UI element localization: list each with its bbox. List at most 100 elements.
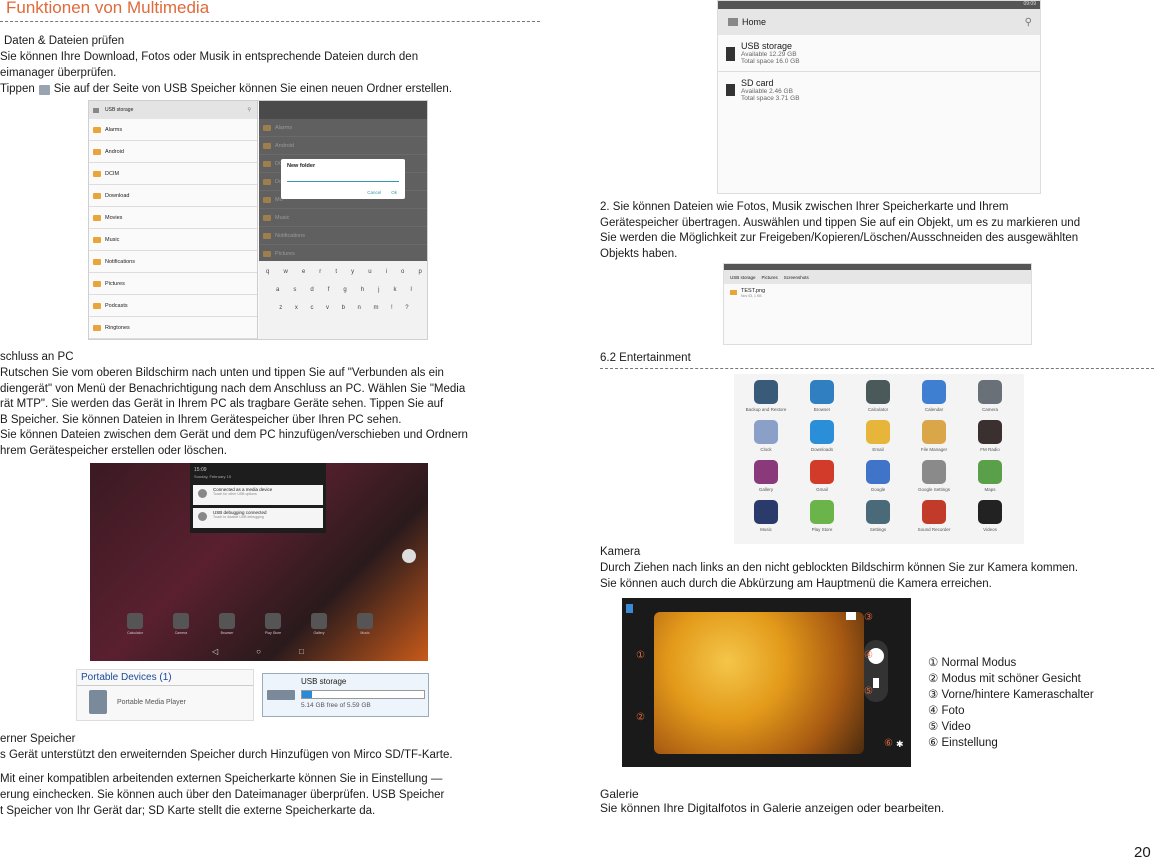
para2-line: 2. Sie können Dateien wie Fotos, Musik z… [600, 201, 1009, 213]
device-name[interactable]: Portable Media Player [117, 699, 186, 706]
folder-row[interactable]: Podcasts [89, 295, 257, 317]
key[interactable]: v [326, 305, 329, 311]
breadcrumb-item[interactable]: Screenshots [784, 275, 809, 280]
file-item[interactable]: TEST.png Nov 03, 1 KB [724, 284, 1031, 302]
folder-row[interactable]: DCIM [89, 163, 257, 185]
media-player-icon [89, 690, 107, 714]
key[interactable]: b [342, 305, 345, 311]
app-tile[interactable]: Sound Recorder [906, 500, 962, 532]
settings-icon[interactable]: ✱ [896, 739, 904, 750]
key[interactable]: k [394, 287, 397, 293]
app-tile[interactable]: Gmail [794, 460, 850, 492]
folder-row[interactable]: Movies [89, 207, 257, 229]
folder-row[interactable]: Ringtones [89, 317, 257, 339]
app-tile[interactable]: Calendar [906, 380, 962, 412]
app-tile[interactable]: Music [738, 500, 794, 532]
key[interactable]: h [361, 287, 364, 293]
key[interactable]: i [386, 269, 387, 275]
key[interactable]: t [335, 269, 337, 275]
search-icon[interactable]: ⚲ [247, 107, 251, 113]
home-icon[interactable] [93, 107, 99, 113]
notification-usb-debugging[interactable]: USB debugging connected Touch to disable… [193, 508, 323, 528]
apps-drawer-icon[interactable] [402, 549, 416, 563]
app-tile[interactable]: Downloads [794, 420, 850, 452]
key[interactable]: g [343, 287, 346, 293]
key[interactable]: m [373, 305, 378, 311]
key[interactable]: x [295, 305, 298, 311]
app-tile[interactable]: Clock [738, 420, 794, 452]
folder-row[interactable]: Android [89, 141, 257, 163]
folder-row[interactable]: Music [89, 229, 257, 251]
recents-icon[interactable]: □ [299, 647, 304, 656]
dialog-cancel-button[interactable]: Cancel [367, 190, 381, 195]
key[interactable]: a [276, 287, 279, 293]
key[interactable]: ? [405, 305, 408, 311]
app-tile[interactable]: Calculator [850, 380, 906, 412]
app-tile[interactable]: File Manager [906, 420, 962, 452]
file-icon [730, 290, 737, 295]
search-icon[interactable]: ⚲ [1025, 17, 1032, 28]
breadcrumb-item[interactable]: Pictures [762, 275, 778, 280]
breadcrumb-item[interactable]: USB storage [730, 275, 756, 280]
notification-shade: 15:09 Sunday, February 15 Connected as a… [190, 463, 326, 533]
key[interactable]: u [368, 269, 371, 275]
folder-row[interactable]: Download [89, 185, 257, 207]
app-tile[interactable]: Play Store [794, 500, 850, 532]
app-tile[interactable]: Gallery [738, 460, 794, 492]
app-tile[interactable]: Settings [850, 500, 906, 532]
dock-app[interactable]: Browser [212, 613, 242, 635]
key[interactable]: e [302, 269, 305, 275]
folder-row[interactable]: Alarms [89, 119, 257, 141]
key[interactable]: q [266, 269, 269, 275]
switch-camera-icon[interactable] [846, 612, 856, 620]
dialog-ok-button[interactable]: Ok [391, 190, 397, 195]
app-tile[interactable]: Email [850, 420, 906, 452]
key[interactable]: j [378, 287, 379, 293]
key[interactable]: z [279, 305, 282, 311]
breadcrumb-usb[interactable]: USB storage [105, 107, 133, 113]
key[interactable]: ! [391, 305, 393, 311]
usb-drive-icon [726, 47, 735, 61]
sd-card-item[interactable]: SD card Available 2.46 GB Total space 3.… [718, 72, 1040, 108]
app-tile[interactable]: Browser [794, 380, 850, 412]
dock-app[interactable]: Camera [166, 613, 196, 635]
key[interactable]: y [351, 269, 354, 275]
section3-line3: erung einchecken. Sie können auch über d… [0, 789, 445, 801]
notification-media-device[interactable]: Connected as a media device Touch for ot… [193, 485, 323, 505]
folder-icon [263, 142, 271, 149]
home-icon[interactable] [728, 18, 738, 26]
app-tile[interactable]: Maps [962, 460, 1018, 492]
key[interactable]: s [293, 287, 296, 293]
app-tile[interactable]: Videos [962, 500, 1018, 532]
camera-mode-icon[interactable] [626, 604, 633, 613]
key[interactable]: l [411, 287, 412, 293]
app-tile[interactable]: FM Radio [962, 420, 1018, 452]
app-label: Calendar [924, 407, 944, 412]
app-tile[interactable]: Google Settings [906, 460, 962, 492]
key[interactable]: n [358, 305, 361, 311]
app-tile[interactable]: Google [850, 460, 906, 492]
key[interactable]: p [418, 269, 421, 275]
video-button[interactable] [873, 678, 879, 688]
app-tile[interactable]: Camera [962, 380, 1018, 412]
home-nav-icon[interactable]: ○ [256, 647, 261, 656]
dock-app[interactable]: Calculator [120, 613, 150, 635]
dock-app[interactable]: Play Store [258, 613, 288, 635]
key[interactable]: c [310, 305, 313, 311]
key[interactable]: o [401, 269, 404, 275]
usb-storage-tile[interactable]: USB storage 5.14 GB free of 5.59 GB [262, 673, 429, 717]
key[interactable]: w [283, 269, 287, 275]
folder-row[interactable]: Pictures [89, 273, 257, 295]
dock-app[interactable]: Gallery [304, 613, 334, 635]
folder-name-input[interactable] [287, 175, 399, 182]
dock-app[interactable]: Music [350, 613, 380, 635]
usb-storage-item[interactable]: USB storage Available 12.29 GB Total spa… [718, 35, 1040, 72]
key[interactable]: r [319, 269, 321, 275]
bug-icon [198, 512, 207, 521]
home-breadcrumb[interactable]: Home [742, 17, 766, 27]
key[interactable]: d [310, 287, 313, 293]
app-tile[interactable]: Backup and Restore [738, 380, 794, 412]
key[interactable]: f [328, 287, 330, 293]
folder-row[interactable]: Notifications [89, 251, 257, 273]
back-icon[interactable]: ◁ [212, 647, 218, 656]
